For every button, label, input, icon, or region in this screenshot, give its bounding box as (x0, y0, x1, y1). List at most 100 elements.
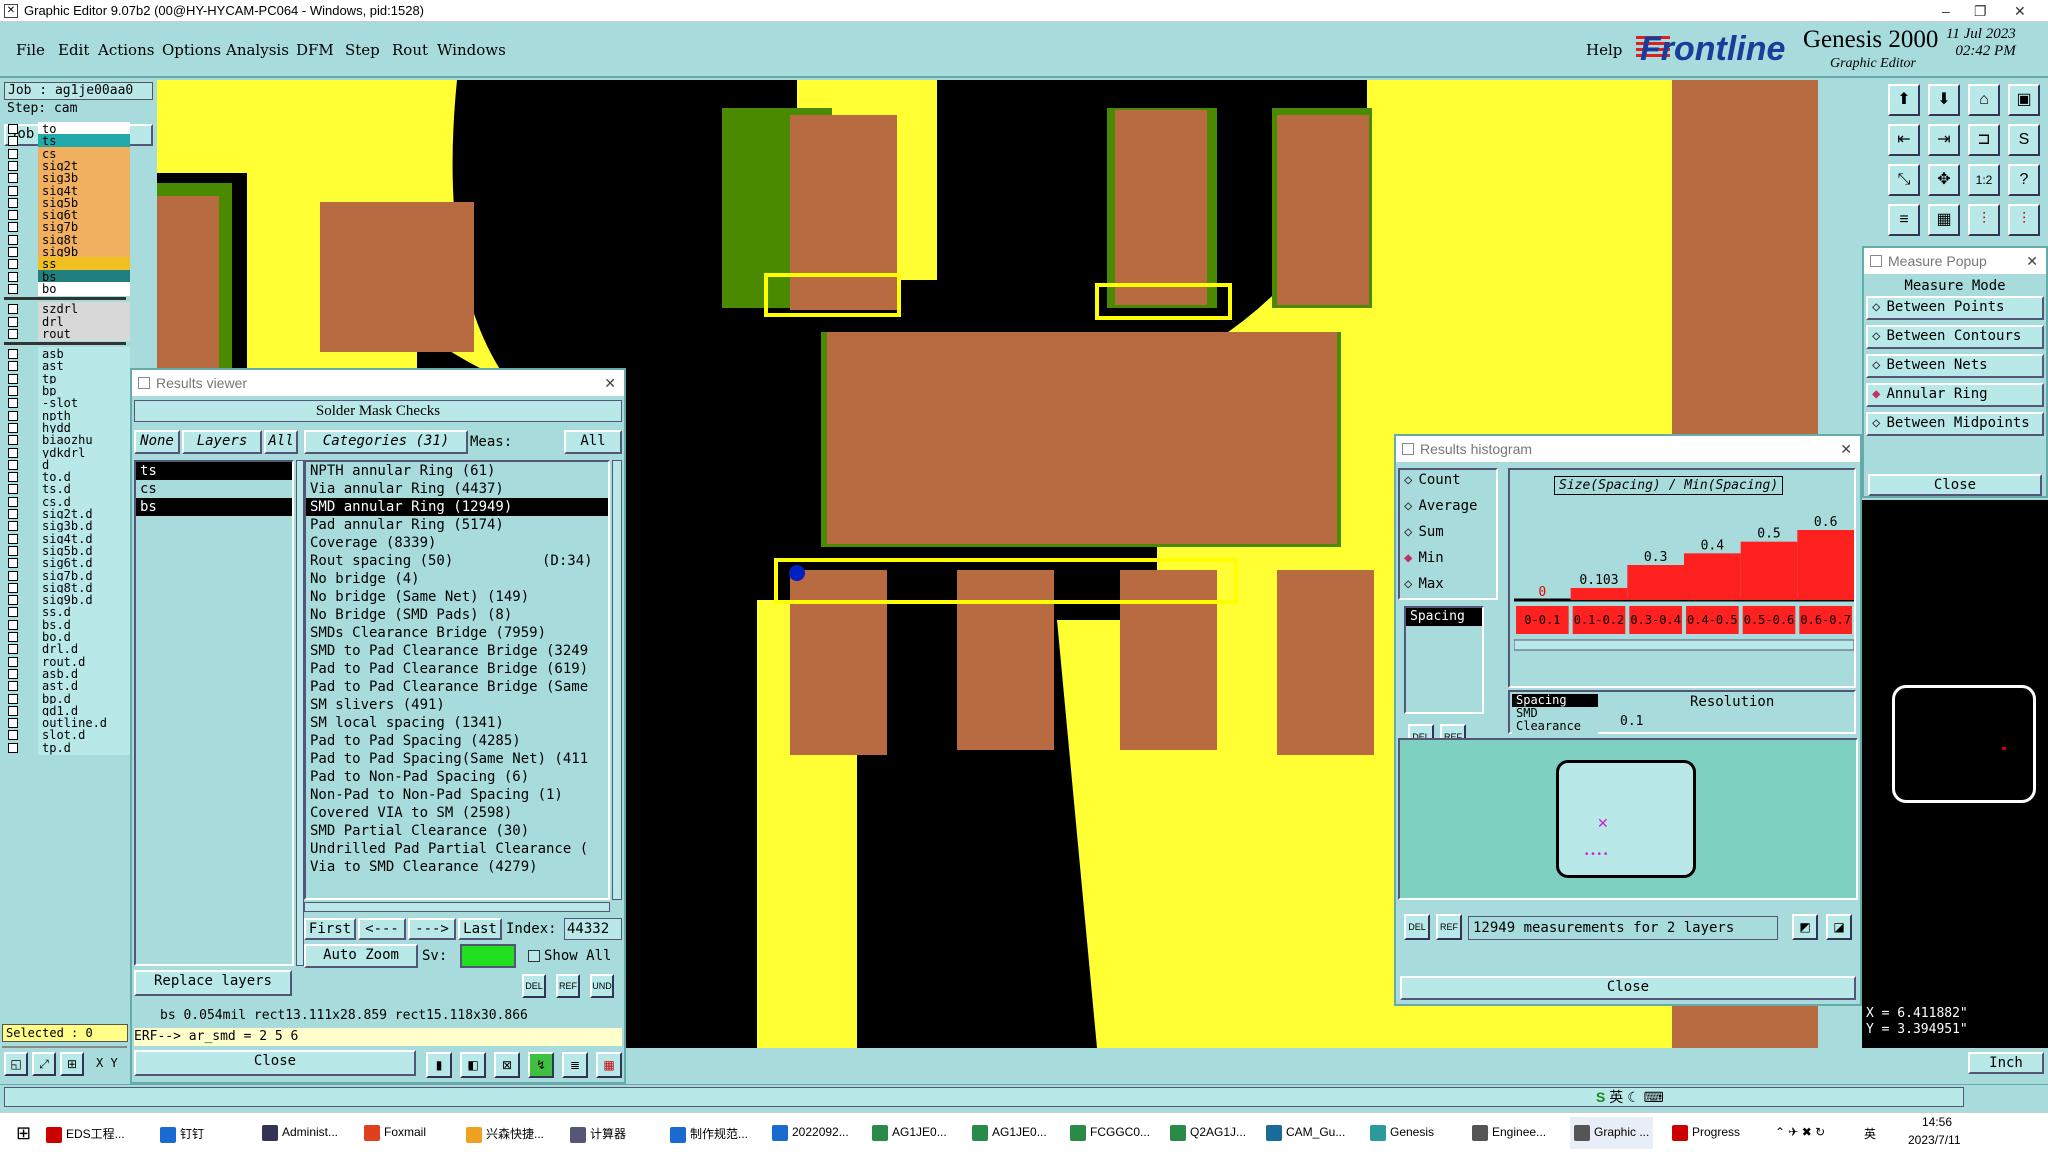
layer-checkbox[interactable] (8, 373, 18, 384)
result-layer-item[interactable]: bs (136, 498, 292, 516)
layer-checkbox[interactable] (8, 718, 18, 729)
auto-zoom-select[interactable]: Auto Zoom (304, 944, 418, 968)
taskbar-app[interactable]: AG1JE0... (972, 1125, 1047, 1141)
taskbar-app[interactable]: 2022092... (772, 1125, 849, 1141)
histogram-list-item[interactable]: Spacing (1406, 608, 1482, 626)
tool-icon-6[interactable]: ⇥ (1928, 124, 1960, 156)
layer-checkbox[interactable] (8, 656, 18, 667)
layer-checkbox[interactable] (8, 349, 18, 360)
taskbar-app[interactable]: Administ... (262, 1125, 338, 1141)
layer-checkbox[interactable] (8, 730, 18, 741)
category-item[interactable]: NPTH annular Ring (61) (306, 462, 608, 480)
histogram-bar[interactable] (1627, 565, 1684, 600)
layer-checkbox[interactable] (8, 160, 18, 171)
layer-checkbox[interactable] (8, 570, 18, 581)
category-item[interactable]: Pad to Pad Clearance Bridge (Same (306, 678, 608, 696)
category-list[interactable]: NPTH annular Ring (61) Via annular Ring (… (304, 460, 610, 900)
menu-step[interactable]: Step (345, 41, 380, 59)
histogram-bar[interactable] (1740, 541, 1798, 600)
taskbar-app[interactable]: Graphic ... (1570, 1117, 1654, 1149)
histogram-bar[interactable] (1570, 587, 1628, 600)
del-icon[interactable]: DEL (522, 974, 546, 998)
layer-name[interactable]: bo (38, 281, 130, 296)
layer-row[interactable]: tp.d (8, 740, 130, 755)
layer-checkbox[interactable] (8, 361, 18, 372)
layer-checkbox[interactable] (8, 545, 18, 556)
layer-checkbox[interactable] (8, 668, 18, 679)
layer-name[interactable]: tp.d (38, 740, 130, 755)
tool-a-icon[interactable]: ▮ (426, 1052, 452, 1078)
taskbar-app[interactable]: Progress (1672, 1125, 1740, 1141)
layer-checkbox[interactable] (8, 693, 18, 704)
category-item[interactable]: SM slivers (491) (306, 696, 608, 714)
category-item[interactable]: Covered VIA to SM (2598) (306, 804, 608, 822)
histogram-mode-option[interactable]: Sum (1404, 524, 1443, 540)
hist-print-icon[interactable]: ◪ (1826, 914, 1852, 940)
tray-date[interactable]: 2023/7/11 (1908, 1133, 1961, 1147)
layer-checkbox[interactable] (8, 271, 18, 282)
tool-icon-14[interactable]: ▦ (1928, 204, 1960, 236)
layer-checkbox[interactable] (8, 484, 18, 495)
show-all-checkbox[interactable] (528, 950, 540, 962)
categories-button[interactable]: Categories (31) (304, 430, 468, 454)
zoom-area-icon[interactable]: ⤢ (32, 1052, 56, 1076)
category-item[interactable]: No bridge (Same Net) (149) (306, 588, 608, 606)
category-item[interactable]: No bridge (4) (306, 570, 608, 588)
layer-checkbox[interactable] (8, 210, 18, 221)
category-item[interactable]: SMD annular Ring (12949) (306, 498, 608, 516)
sogou-icon[interactable]: S (1596, 1089, 1605, 1105)
taskbar-app[interactable]: Enginee... (1472, 1125, 1546, 1141)
menu-analysis[interactable]: Analysis (226, 41, 289, 59)
histogram-bar[interactable] (1797, 530, 1854, 600)
layer-checkbox[interactable] (8, 259, 18, 270)
category-item[interactable]: Pad annular Ring (5174) (306, 516, 608, 534)
none-button[interactable]: None (134, 430, 180, 454)
category-scrollbar[interactable] (612, 460, 622, 900)
layer-checkbox[interactable] (8, 222, 18, 233)
window-icon[interactable]: ▣ (2008, 84, 2040, 116)
tray-ime[interactable]: 英 (1864, 1125, 1876, 1142)
all-button[interactable]: All (264, 430, 298, 454)
histogram-bar[interactable] (1684, 553, 1741, 600)
layer-checkbox[interactable] (8, 496, 18, 507)
layer-checkbox[interactable] (8, 148, 18, 159)
moon-icon[interactable]: ☾ (1627, 1089, 1640, 1105)
tool-icon-9[interactable]: ⤡ (1888, 164, 1920, 196)
layer-checkbox[interactable] (8, 304, 18, 315)
histogram-mode-option[interactable]: Min (1404, 550, 1443, 566)
help-icon[interactable]: ? (2008, 164, 2040, 196)
measure-mode-option[interactable]: Between Contours (1866, 325, 2044, 349)
layer-checkbox[interactable] (8, 533, 18, 544)
category-item[interactable]: Via annular Ring (4437) (306, 480, 608, 498)
replace-layers-select[interactable]: Replace layers (134, 970, 292, 996)
layer-checkbox[interactable] (8, 197, 18, 208)
taskbar-app[interactable]: Foxmail (364, 1125, 426, 1141)
menu-edit[interactable]: Edit (58, 41, 89, 59)
layer-checkbox[interactable] (8, 632, 18, 642)
menu-actions[interactable]: Actions (98, 41, 154, 59)
layer-checkbox[interactable] (8, 283, 18, 294)
layer-checkbox[interactable] (8, 173, 18, 184)
taskbar-app[interactable]: 计算器 (570, 1125, 626, 1143)
keyboard-icon[interactable]: ⌨ (1644, 1089, 1664, 1105)
category-item[interactable]: Pad to Pad Spacing (4285) (306, 732, 608, 750)
tool-icon-5[interactable]: ⇤ (1888, 124, 1920, 156)
measure-mode-option[interactable]: Annular Ring (1866, 383, 2044, 407)
layer-checkbox[interactable] (8, 472, 18, 483)
hist-export-icon[interactable]: ◩ (1792, 914, 1818, 940)
tool-icon-13[interactable]: ≡ (1888, 204, 1920, 236)
layer-checkbox[interactable] (8, 644, 18, 655)
layer-checkbox[interactable] (8, 422, 18, 433)
layer-checkbox[interactable] (8, 558, 18, 569)
last-button[interactable]: Last (458, 918, 502, 940)
histogram-mode-option[interactable]: Count (1404, 472, 1460, 488)
menu-help[interactable]: Help (1586, 41, 1622, 59)
scale-icon[interactable]: 1:2 (1968, 164, 2000, 196)
layer-checkbox[interactable] (8, 619, 18, 630)
tool-icon-15[interactable]: ⫶ (1968, 204, 2000, 236)
taskbar-app[interactable]: AG1JE0... (872, 1125, 947, 1141)
layer-checkbox[interactable] (8, 386, 18, 396)
category-item[interactable]: No Bridge (SMD Pads) (8) (306, 606, 608, 624)
layer-results-list[interactable]: ts cs bs (134, 460, 294, 966)
layer-checkbox[interactable] (8, 742, 18, 753)
